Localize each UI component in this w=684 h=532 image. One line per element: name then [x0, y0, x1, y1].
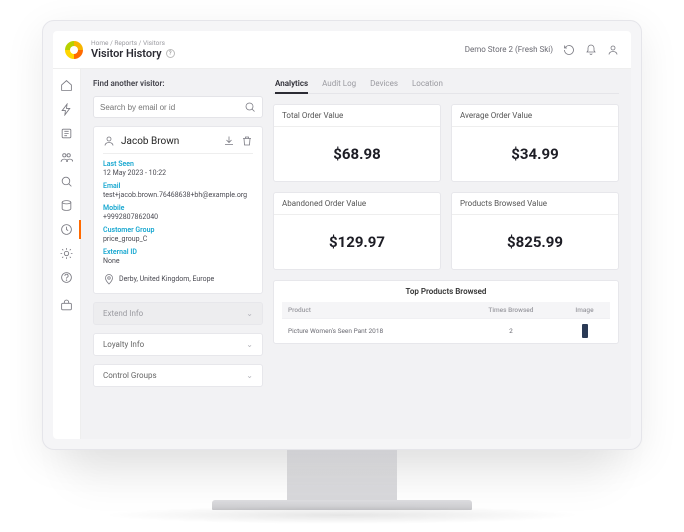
product-thumb-icon: [582, 324, 588, 338]
trash-icon[interactable]: [241, 135, 253, 147]
email-label: Email: [103, 182, 253, 190]
last-seen-value: 12 May 2023 - 10:22: [103, 169, 166, 177]
help-icon[interactable]: ?: [166, 49, 175, 58]
nav-reports[interactable]: [53, 127, 80, 140]
kpi-total-order: Total Order Value $68.98: [273, 104, 441, 182]
tab-audit-log[interactable]: Audit Log: [322, 79, 356, 88]
page-title: Visitor History: [91, 47, 162, 60]
avatar-icon: [103, 135, 115, 147]
email-value: test+jacob.brown.76468638+bh@example.org: [103, 191, 247, 199]
search-input[interactable]: [100, 103, 244, 112]
kpi-label: Products Browsed Value: [452, 193, 618, 215]
kpi-label: Abandoned Order Value: [274, 193, 440, 215]
cell-product: Picture Women's Seen Pant 2018: [282, 319, 463, 344]
user-icon[interactable]: [607, 44, 619, 56]
col-product: Product: [282, 302, 463, 319]
chevron-down-icon: ⌄: [246, 309, 253, 318]
kpi-label: Total Order Value: [274, 105, 440, 127]
location-value: Derby, United Kingdom, Europe: [119, 275, 214, 283]
visitor-search[interactable]: [93, 96, 263, 118]
find-visitor-label: Find another visitor:: [93, 79, 263, 88]
kpi-value: $129.97: [274, 215, 440, 269]
mobile-label: Mobile: [103, 204, 253, 212]
kpi-avg-order: Average Order Value $34.99: [451, 104, 619, 182]
kpi-value: $825.99: [452, 215, 618, 269]
top-products-title: Top Products Browsed: [282, 287, 610, 296]
database-icon: [60, 199, 73, 212]
ext-value: None: [103, 257, 120, 265]
nav-search[interactable]: [53, 175, 80, 188]
col-times: Times Browsed: [463, 302, 559, 319]
tab-devices[interactable]: Devices: [370, 79, 398, 88]
breadcrumb[interactable]: Home / Reports / Visitors: [91, 39, 175, 47]
visitor-card: Jacob Brown Last Seen 12 May 2023 - 10:2…: [93, 126, 263, 294]
nav-help[interactable]: [53, 271, 80, 284]
briefcase-icon: [60, 299, 73, 312]
refresh-icon[interactable]: [563, 44, 575, 56]
report-icon: [60, 127, 73, 140]
tab-analytics[interactable]: Analytics: [275, 79, 308, 88]
question-icon: [60, 271, 73, 284]
chevron-down-icon: ⌄: [246, 340, 253, 349]
group-value: price_group_C: [103, 235, 147, 243]
nav-data[interactable]: [53, 199, 80, 212]
bolt-icon: [60, 103, 73, 116]
nav-history[interactable]: [53, 223, 80, 236]
plug-icon: [60, 247, 73, 260]
cell-image: [559, 319, 610, 344]
top-bar: Home / Reports / Visitors Visitor Histor…: [53, 31, 631, 69]
cell-times: 2: [463, 319, 559, 344]
accordion-extend[interactable]: Extend Info⌄: [93, 302, 263, 325]
mobile-value: +9992807862040: [103, 213, 158, 221]
nav-store[interactable]: [53, 299, 80, 312]
nav-integrations[interactable]: [53, 247, 80, 260]
tab-location[interactable]: Location: [412, 79, 443, 88]
home-icon: [60, 79, 73, 92]
bell-icon[interactable]: [585, 44, 597, 56]
kpi-browsed: Products Browsed Value $825.99: [451, 192, 619, 270]
visitor-name: Jacob Brown: [121, 136, 179, 147]
table-row[interactable]: Picture Women's Seen Pant 2018 2: [282, 319, 610, 344]
store-selector[interactable]: Demo Store 2 (Fresh Ski): [465, 45, 553, 54]
pin-icon: [103, 273, 115, 285]
search-nav-icon: [60, 175, 73, 188]
kpi-value: $68.98: [274, 127, 440, 181]
nav-audience[interactable]: [53, 151, 80, 164]
app-logo-icon: [65, 41, 83, 59]
nav-home[interactable]: [53, 79, 80, 92]
kpi-value: $34.99: [452, 127, 618, 181]
people-icon: [60, 151, 73, 164]
nav-campaigns[interactable]: [53, 103, 80, 116]
download-icon[interactable]: [223, 135, 235, 147]
accordion-loyalty[interactable]: Loyalty Info⌄: [93, 333, 263, 356]
nav-rail: [53, 69, 81, 439]
kpi-label: Average Order Value: [452, 105, 618, 127]
top-products-card: Top Products Browsed Product Times Brows…: [273, 280, 619, 344]
group-label: Customer Group: [103, 226, 253, 234]
chevron-down-icon: ⌄: [246, 371, 253, 380]
kpi-abandoned: Abandoned Order Value $129.97: [273, 192, 441, 270]
search-icon[interactable]: [244, 101, 256, 113]
detail-tabs: Analytics Audit Log Devices Location: [273, 79, 619, 94]
clock-icon: [60, 223, 73, 236]
last-seen-label: Last Seen: [103, 160, 253, 168]
ext-label: External ID: [103, 248, 253, 256]
col-image: Image: [559, 302, 610, 319]
accordion-control[interactable]: Control Groups⌄: [93, 364, 263, 387]
